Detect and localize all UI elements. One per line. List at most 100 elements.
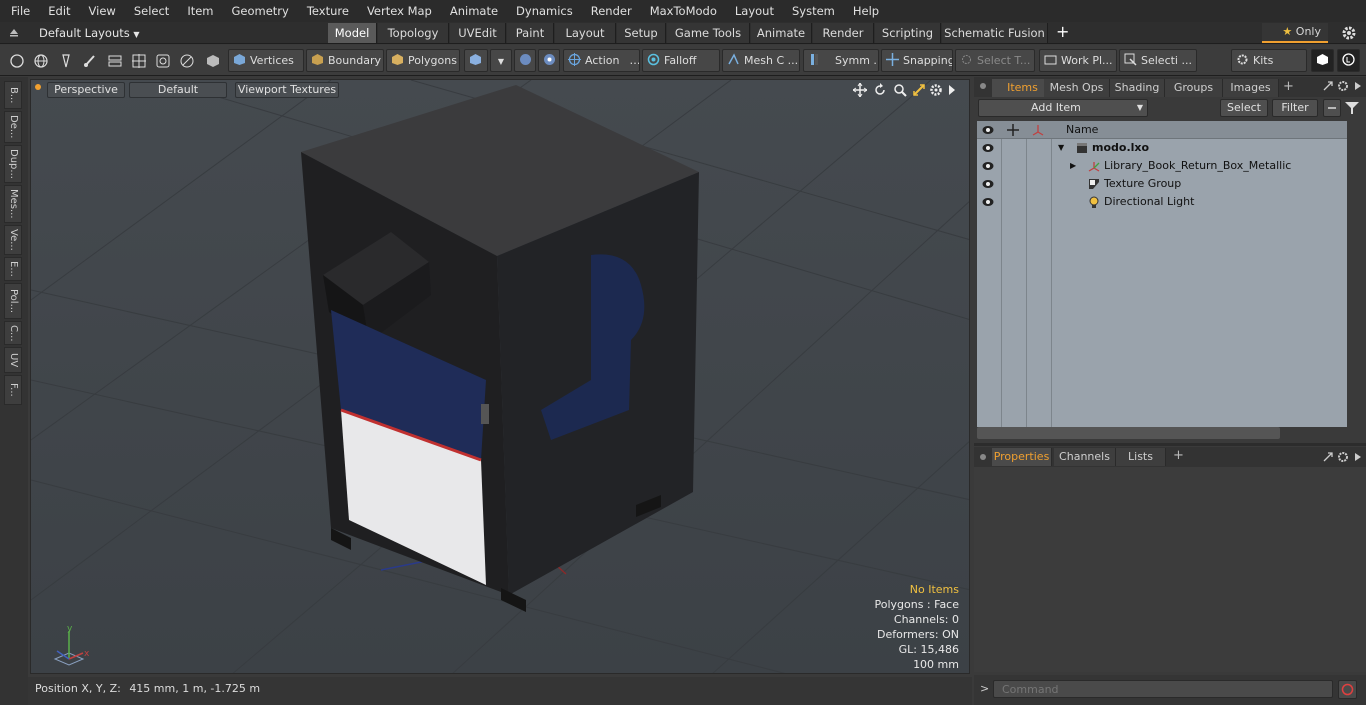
- funnel-icon[interactable]: [1344, 101, 1360, 115]
- left-tab-curve[interactable]: C...: [4, 321, 22, 345]
- loop-icon[interactable]: [152, 50, 173, 71]
- menu-vertex-map[interactable]: Vertex Map: [358, 0, 441, 22]
- left-tab-deform[interactable]: De...: [4, 111, 22, 143]
- tab-setup[interactable]: Setup: [617, 23, 666, 43]
- select-through-button[interactable]: Select T...: [955, 49, 1035, 72]
- left-tab-fusion[interactable]: F...: [4, 375, 22, 405]
- viewport-textures-dropdown[interactable]: Viewport Textures: [235, 82, 339, 98]
- panel-divider[interactable]: [974, 443, 1366, 446]
- expand-arrow-icon[interactable]: [947, 84, 957, 96]
- tab-groups[interactable]: Groups: [1165, 79, 1223, 97]
- menu-texture[interactable]: Texture: [298, 0, 358, 22]
- add-tab-button[interactable]: +: [1056, 23, 1069, 41]
- props-gear-icon[interactable]: [1337, 451, 1349, 463]
- record-button[interactable]: [1338, 680, 1357, 699]
- command-input[interactable]: [993, 680, 1333, 698]
- menu-file[interactable]: File: [0, 0, 39, 22]
- work-plane-button[interactable]: Work Pl...: [1039, 49, 1117, 72]
- viewport-gear-icon[interactable]: [929, 83, 943, 97]
- list-item[interactable]: Directional Light: [977, 193, 1345, 211]
- cube-shaded-icon[interactable]: [202, 50, 223, 71]
- expand-triangle-icon[interactable]: ▼: [1058, 139, 1064, 157]
- viewport-menu-dot[interactable]: [35, 84, 41, 90]
- list-item[interactable]: ▶ Library_Book_Return_Box_Metallic: [977, 157, 1345, 175]
- boundary-button[interactable]: Boundary: [306, 49, 384, 72]
- globe-icon[interactable]: [30, 50, 51, 71]
- menu-render[interactable]: Render: [582, 0, 641, 22]
- tab-game-tools[interactable]: Game Tools: [667, 23, 750, 43]
- rotate-icon[interactable]: [873, 83, 887, 97]
- props-expand-icon[interactable]: [1322, 451, 1334, 463]
- unreal-button[interactable]: [1337, 49, 1360, 72]
- menu-view[interactable]: View: [80, 0, 125, 22]
- polygons-button[interactable]: Polygons: [386, 49, 460, 72]
- left-tab-basic[interactable]: B...: [4, 81, 22, 109]
- menu-animate[interactable]: Animate: [441, 0, 507, 22]
- view-perspective-dropdown[interactable]: Perspective: [47, 82, 125, 98]
- zoom-icon[interactable]: [893, 83, 907, 97]
- panel-arrow-icon[interactable]: [1354, 81, 1362, 91]
- curve-icon[interactable]: [176, 50, 197, 71]
- list-item[interactable]: ▼ modo.lxo: [977, 139, 1345, 157]
- tab-uvedit[interactable]: UVEdit: [450, 23, 506, 43]
- only-toggle[interactable]: ★ Only: [1262, 23, 1328, 43]
- selection-sets-button[interactable]: Selecti ...: [1119, 49, 1197, 72]
- unity-button[interactable]: [1311, 49, 1334, 72]
- maximize-icon[interactable]: [912, 83, 926, 97]
- menu-edit[interactable]: Edit: [39, 0, 79, 22]
- symmetry-button[interactable]: Symm ...: [803, 49, 879, 72]
- collapsed-triangle-icon[interactable]: ▶: [1070, 157, 1076, 175]
- props-arrow-icon[interactable]: [1354, 452, 1362, 462]
- panel-expand-icon[interactable]: [1322, 80, 1334, 92]
- left-tab-vertex[interactable]: Ve...: [4, 225, 22, 255]
- material-mode-button[interactable]: [464, 49, 488, 72]
- list-item[interactable]: Texture Group: [977, 175, 1345, 193]
- 3d-viewport[interactable]: Perspective Default Viewport Textures No…: [30, 79, 970, 674]
- tab-render[interactable]: Render: [813, 23, 874, 43]
- gear-icon[interactable]: [1341, 25, 1357, 41]
- visibility-eye-icon[interactable]: [982, 161, 994, 171]
- snapping-button[interactable]: Snapping: [881, 49, 953, 72]
- menu-geometry[interactable]: Geometry: [223, 0, 298, 22]
- tab-channels[interactable]: Channels: [1054, 448, 1116, 466]
- name-column-header[interactable]: Name: [1066, 123, 1098, 136]
- menu-select[interactable]: Select: [125, 0, 178, 22]
- symmetry-sphere-button[interactable]: [514, 49, 536, 72]
- tab-properties[interactable]: Properties: [992, 448, 1052, 466]
- mesh-constraint-button[interactable]: Mesh C ...: [722, 49, 800, 72]
- left-tab-edge[interactable]: E...: [4, 257, 22, 281]
- props-menu-dot[interactable]: [980, 454, 986, 460]
- menu-dynamics[interactable]: Dynamics: [507, 0, 582, 22]
- circle-select-icon[interactable]: [6, 50, 27, 71]
- menu-system[interactable]: System: [783, 0, 844, 22]
- tab-images[interactable]: Images: [1223, 79, 1279, 97]
- add-panel-tab-button[interactable]: +: [1283, 79, 1294, 94]
- tab-shading[interactable]: Shading: [1110, 79, 1165, 97]
- tab-lists[interactable]: Lists: [1116, 448, 1166, 466]
- layout-arrow-icon[interactable]: [8, 26, 20, 38]
- tab-mesh-ops[interactable]: Mesh Ops: [1044, 79, 1110, 97]
- left-tab-polygon[interactable]: Pol...: [4, 283, 22, 319]
- select-button[interactable]: Select: [1220, 99, 1268, 117]
- tab-layout[interactable]: Layout: [555, 23, 616, 43]
- tab-scripting[interactable]: Scripting: [875, 23, 941, 43]
- falloff-button[interactable]: Falloff: [642, 49, 720, 72]
- tab-schematic-fusion[interactable]: Schematic Fusion: [942, 23, 1048, 43]
- menu-layout[interactable]: Layout: [726, 0, 783, 22]
- tab-model[interactable]: Model: [328, 23, 377, 43]
- visibility-header-icon[interactable]: [982, 125, 994, 135]
- brush-icon[interactable]: [79, 50, 100, 71]
- collapse-button[interactable]: [1323, 99, 1341, 117]
- type-header-icon[interactable]: [1032, 124, 1044, 136]
- kits-button[interactable]: Kits: [1231, 49, 1307, 72]
- menu-help[interactable]: Help: [844, 0, 888, 22]
- tab-topology[interactable]: Topology: [378, 23, 449, 43]
- view-shading-dropdown[interactable]: Default: [129, 82, 227, 98]
- bridge-icon[interactable]: [104, 50, 125, 71]
- pan-icon[interactable]: [852, 82, 868, 98]
- lock-header-icon[interactable]: [1007, 124, 1019, 136]
- visibility-eye-icon[interactable]: [982, 143, 994, 153]
- menu-item[interactable]: Item: [178, 0, 222, 22]
- vertices-button[interactable]: Vertices: [228, 49, 304, 72]
- grid-icon[interactable]: [128, 50, 149, 71]
